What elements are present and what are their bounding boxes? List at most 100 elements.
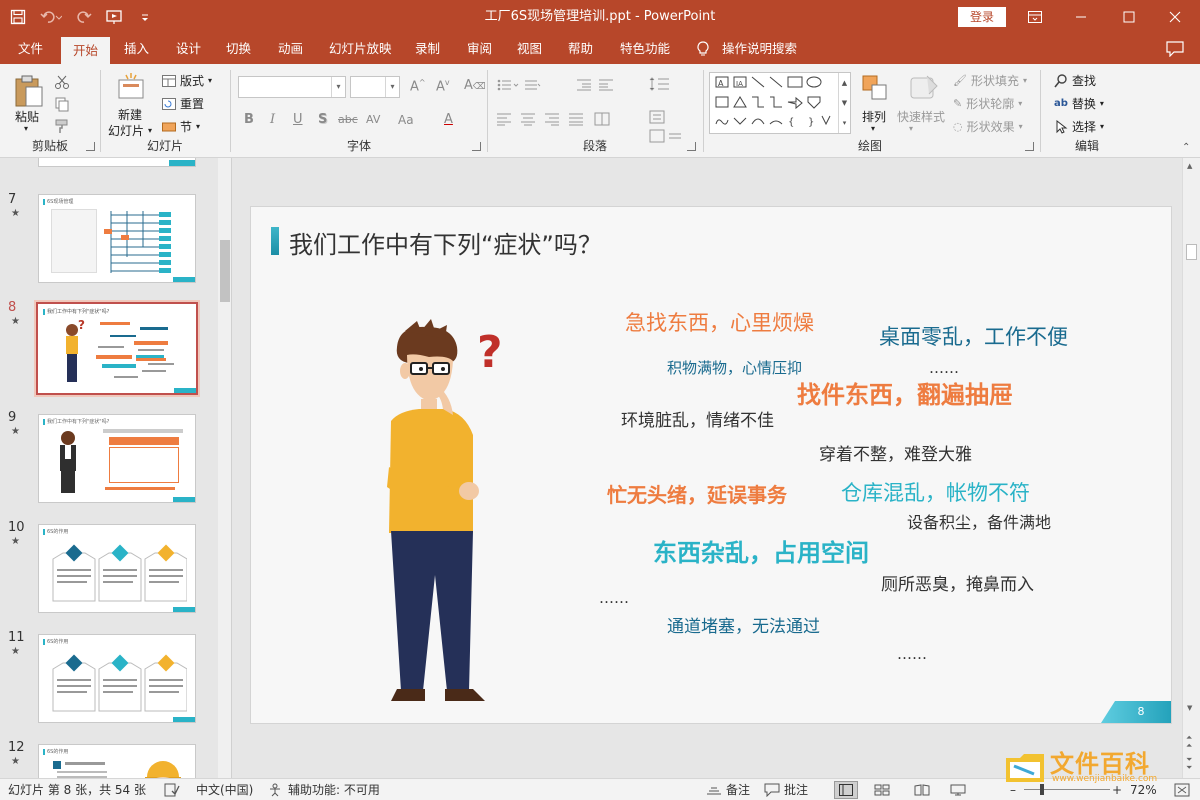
comments-button[interactable]: 批注 <box>764 779 808 800</box>
tab-special-features[interactable]: 特色功能 <box>616 34 674 64</box>
slide-thumbnail-12[interactable]: 6S的作用 <box>38 744 196 778</box>
slide-thumbnail-7[interactable]: 6S现场管理 <box>38 194 196 283</box>
ribbon-display-options-icon[interactable] <box>1012 0 1058 34</box>
phrase-9[interactable]: 设备积尘，备件满地 <box>907 515 1051 531</box>
phrase-1[interactable]: 急找东西，心里烦燥 <box>625 313 814 334</box>
close-icon[interactable] <box>1152 0 1198 34</box>
tab-view[interactable]: 视图 <box>513 34 546 64</box>
maximize-icon[interactable] <box>1106 0 1152 34</box>
layout-button[interactable]: 版式 ▾ <box>162 72 212 89</box>
slideshow-view-button[interactable] <box>950 779 966 800</box>
shadow-button[interactable]: S <box>318 112 327 127</box>
phrase-3[interactable]: 积物满物，心情压抑 <box>667 361 802 376</box>
font-color-button[interactable]: A <box>444 112 453 127</box>
phrase-8[interactable]: 仓库混乱，帐物不符 <box>841 483 1030 504</box>
slide-title[interactable]: 我们工作中有下列“症状”吗？ <box>289 225 602 260</box>
clipboard-launcher-icon[interactable] <box>86 142 95 151</box>
new-slide-label-2[interactable]: 幻灯片 ▾ <box>108 122 152 139</box>
font-name-combobox[interactable]: ▾ <box>238 76 346 98</box>
tab-slideshow[interactable]: 幻灯片放映 <box>325 34 396 64</box>
ellipsis-3[interactable]: …… <box>897 647 927 662</box>
redo-icon[interactable] <box>76 9 92 25</box>
tab-help[interactable]: 帮助 <box>564 34 597 64</box>
slide-scrollbar[interactable]: ▲ ▼ ⏶ ⏶ ⏷ ⏷ <box>1182 158 1200 778</box>
replace-button[interactable]: ab 替换 ▾ <box>1054 95 1104 112</box>
slideshow-from-start-icon[interactable] <box>106 9 126 25</box>
paragraph-launcher-icon[interactable] <box>687 142 696 151</box>
shape-effects-button[interactable]: ◌ 形状效果 ▾ <box>953 118 1023 135</box>
accessibility-status[interactable]: 辅助功能: 不可用 <box>268 779 380 800</box>
scroll-down-icon[interactable]: ▼ <box>1187 704 1192 712</box>
reading-view-button[interactable] <box>914 779 930 800</box>
shape-fill-button[interactable]: 🖌 形状填充 ▾ <box>953 72 1027 89</box>
arrange-button[interactable]: 排列 <box>862 108 886 125</box>
ellipsis-1[interactable]: …… <box>929 361 959 376</box>
section-button[interactable]: 节 ▾ <box>162 118 200 135</box>
slide-thumbnail-8[interactable]: 我们工作中有下列"症状"吗? ? <box>34 300 200 397</box>
quick-styles-dropdown-icon[interactable]: ▾ <box>909 124 913 133</box>
paste-icon[interactable] <box>14 74 44 111</box>
slide-thumbnail-11[interactable]: 6S的作用 <box>38 634 196 723</box>
tab-record[interactable]: 录制 <box>411 34 444 64</box>
slide-thumbnail-9[interactable]: 我们工作中有下列"症状"吗? <box>38 414 196 503</box>
login-button[interactable]: 登录 <box>958 7 1006 27</box>
bold-button[interactable]: B <box>244 112 254 127</box>
phrase-4[interactable]: 找件东西，翻遍抽屉 <box>797 383 1013 407</box>
normal-view-button[interactable] <box>834 781 858 799</box>
tab-file[interactable]: 文件 <box>14 34 47 64</box>
font-size-combobox[interactable]: ▾ <box>350 76 400 98</box>
scroll-thumb[interactable] <box>1186 244 1197 260</box>
strikethrough-button[interactable]: abc <box>338 113 358 126</box>
customize-qat-icon[interactable] <box>140 9 150 25</box>
tab-insert[interactable]: 插入 <box>120 34 153 64</box>
save-icon[interactable] <box>10 9 26 25</box>
phrase-11[interactable]: 厕所恶臭，掩鼻而入 <box>881 577 1034 594</box>
reset-button[interactable]: 重置 <box>162 95 204 112</box>
slide-sorter-view-button[interactable] <box>874 779 890 800</box>
character-spacing-button[interactable]: AV <box>366 113 380 126</box>
italic-button[interactable]: I <box>270 112 275 127</box>
increase-font-icon[interactable]: A^ <box>410 78 426 94</box>
comment-icon[interactable] <box>1166 41 1184 60</box>
phrase-6[interactable]: 穿着不整，难登大雅 <box>819 447 972 464</box>
shapes-gallery[interactable]: A IA {} ▲ ▼ ▾ <box>709 72 851 134</box>
tab-transitions[interactable]: 切换 <box>222 34 255 64</box>
underline-button[interactable]: U <box>293 112 303 127</box>
find-button[interactable]: 查找 <box>1054 72 1096 89</box>
ellipsis-2[interactable]: …… <box>599 591 629 606</box>
quick-styles-icon[interactable] <box>909 74 939 105</box>
phrase-2[interactable]: 桌面零乱，工作不便 <box>879 327 1068 348</box>
paste-dropdown-icon[interactable]: ▾ <box>24 124 28 133</box>
bullets-icon[interactable] <box>497 78 541 95</box>
collapse-ribbon-icon[interactable]: ⌃ <box>1182 142 1190 153</box>
phrase-7[interactable]: 忙无头绪，延误事务 <box>607 485 787 505</box>
copy-icon[interactable] <box>54 96 70 115</box>
slide-thumbnail-partial[interactable] <box>38 158 196 167</box>
scroll-up-icon[interactable]: ▲ <box>1187 162 1192 170</box>
tab-home[interactable]: 开始 <box>61 37 111 64</box>
minimize-icon[interactable] <box>1058 0 1104 34</box>
notes-button[interactable]: 备注 <box>706 779 750 800</box>
tell-me-search[interactable]: 操作说明搜索 <box>718 34 801 64</box>
drawing-launcher-icon[interactable] <box>1025 142 1034 151</box>
tab-design[interactable]: 设计 <box>172 34 205 64</box>
select-button[interactable]: 选择 ▾ <box>1054 118 1104 135</box>
phrase-12[interactable]: 通道堵塞，无法通过 <box>667 619 820 636</box>
phrase-10[interactable]: 东西杂乱，占用空间 <box>653 541 869 565</box>
quick-styles-button[interactable]: 快速样式 <box>897 108 945 125</box>
change-case-button[interactable]: Aa <box>398 113 414 127</box>
format-painter-icon[interactable] <box>54 118 70 137</box>
slide-thumbnail-10[interactable]: 6S的作用 <box>38 524 196 613</box>
new-slide-label-1[interactable]: 新建 <box>118 106 142 123</box>
new-slide-icon[interactable] <box>116 72 146 105</box>
indent-icon[interactable] <box>577 78 617 95</box>
tab-review[interactable]: 审阅 <box>463 34 496 64</box>
language-indicator[interactable]: 中文(中国) <box>196 779 253 800</box>
line-spacing-icon[interactable] <box>649 76 679 95</box>
current-slide[interactable]: 我们工作中有下列“症状”吗？ ? 急找东西，心里烦燥 桌面零乱，工作不便 积物满… <box>250 206 1172 724</box>
arrange-dropdown-icon[interactable]: ▾ <box>871 124 875 133</box>
phrase-5[interactable]: 环境脏乱，情绪不佳 <box>621 413 774 430</box>
thumbnails-scroll-thumb[interactable] <box>220 240 230 302</box>
spellcheck-icon[interactable] <box>164 779 180 800</box>
cut-icon[interactable] <box>54 74 70 93</box>
